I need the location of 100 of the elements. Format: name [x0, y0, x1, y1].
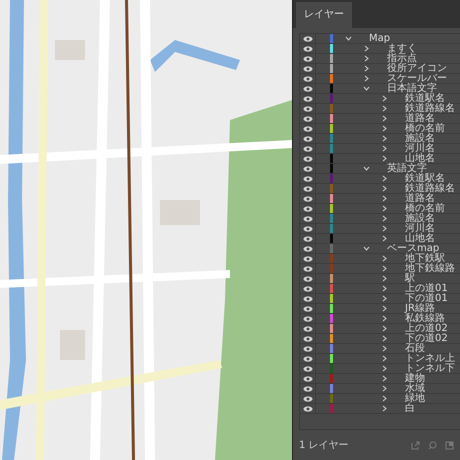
layer-row[interactable]: 道路名 — [300, 194, 460, 204]
eye-icon[interactable] — [302, 226, 312, 232]
layer-row[interactable]: 地下鉄線路 — [300, 264, 460, 274]
eye-icon[interactable] — [302, 296, 312, 302]
eye-icon[interactable] — [302, 126, 312, 132]
chevron-right-icon[interactable] — [381, 185, 388, 192]
layers-tab[interactable]: レイヤー — [296, 2, 352, 28]
chevron-down-icon[interactable] — [363, 165, 370, 172]
eye-icon[interactable] — [302, 326, 312, 332]
eye-icon[interactable] — [302, 236, 312, 242]
chevron-right-icon[interactable] — [381, 315, 388, 322]
chevron-right-icon[interactable] — [381, 325, 388, 332]
eye-icon[interactable] — [302, 186, 312, 192]
layer-row[interactable]: 鉄道駅名 — [300, 94, 460, 104]
chevron-right-icon[interactable] — [381, 285, 388, 292]
chevron-right-icon[interactable] — [381, 215, 388, 222]
eye-icon[interactable] — [302, 286, 312, 292]
eye-icon[interactable] — [302, 56, 312, 62]
chevron-right-icon[interactable] — [381, 115, 388, 122]
eye-icon[interactable] — [302, 406, 312, 412]
layer-row[interactable]: 山地名 — [300, 234, 460, 244]
chevron-right-icon[interactable] — [381, 105, 388, 112]
chevron-right-icon[interactable] — [381, 375, 388, 382]
eye-icon[interactable] — [302, 386, 312, 392]
eye-icon[interactable] — [302, 176, 312, 182]
eye-icon[interactable] — [302, 356, 312, 362]
chevron-right-icon[interactable] — [363, 45, 370, 52]
eye-icon[interactable] — [302, 246, 312, 252]
layer-row[interactable]: JR線路 — [300, 304, 460, 314]
chevron-right-icon[interactable] — [381, 195, 388, 202]
layer-row[interactable]: 道路名 — [300, 114, 460, 124]
chevron-right-icon[interactable] — [381, 305, 388, 312]
chevron-right-icon[interactable] — [381, 175, 388, 182]
eye-icon[interactable] — [302, 276, 312, 282]
eye-icon[interactable] — [302, 146, 312, 152]
layer-row[interactable]: Map — [300, 34, 460, 44]
layer-row[interactable]: 橋の名前 — [300, 124, 460, 134]
chevron-right-icon[interactable] — [381, 145, 388, 152]
chevron-right-icon[interactable] — [381, 205, 388, 212]
chevron-right-icon[interactable] — [381, 395, 388, 402]
eye-icon[interactable] — [302, 266, 312, 272]
layer-row[interactable]: 日本語文字 — [300, 84, 460, 94]
eye-icon[interactable] — [302, 366, 312, 372]
layer-row[interactable]: 地下鉄駅 — [300, 254, 460, 264]
eye-icon[interactable] — [302, 46, 312, 52]
chevron-right-icon[interactable] — [381, 235, 388, 242]
eye-icon[interactable] — [302, 86, 312, 92]
chevron-right-icon[interactable] — [381, 405, 388, 412]
eye-icon[interactable] — [302, 36, 312, 42]
layer-row[interactable]: 山地名 — [300, 154, 460, 164]
chevron-right-icon[interactable] — [381, 225, 388, 232]
layer-row[interactable]: 英語文字 — [300, 164, 460, 174]
eye-icon[interactable] — [302, 156, 312, 162]
chevron-right-icon[interactable] — [381, 255, 388, 262]
eye-icon[interactable] — [302, 76, 312, 82]
layer-row[interactable]: トンネル上 — [300, 354, 460, 364]
chevron-right-icon[interactable] — [363, 75, 370, 82]
layer-row[interactable]: 施設名 — [300, 214, 460, 224]
eye-icon[interactable] — [302, 396, 312, 402]
layer-row[interactable]: 石段 — [300, 344, 460, 354]
eye-icon[interactable] — [302, 196, 312, 202]
layer-row[interactable]: 指示点 — [300, 54, 460, 64]
layer-row[interactable]: ますく — [300, 44, 460, 54]
eye-icon[interactable] — [302, 216, 312, 222]
chevron-right-icon[interactable] — [363, 55, 370, 62]
chevron-right-icon[interactable] — [381, 275, 388, 282]
layer-row[interactable]: 鉄道駅名 — [300, 174, 460, 184]
chevron-right-icon[interactable] — [381, 265, 388, 272]
chevron-down-icon[interactable] — [363, 85, 370, 92]
chevron-down-icon[interactable] — [345, 35, 352, 42]
eye-icon[interactable] — [302, 106, 312, 112]
eye-icon[interactable] — [302, 316, 312, 322]
layer-row[interactable]: 緑地 — [300, 394, 460, 404]
layer-row[interactable]: 下の道02 — [300, 334, 460, 344]
chevron-right-icon[interactable] — [381, 385, 388, 392]
chevron-right-icon[interactable] — [363, 65, 370, 72]
eye-icon[interactable] — [302, 306, 312, 312]
chevron-right-icon[interactable] — [381, 155, 388, 162]
eye-icon[interactable] — [302, 346, 312, 352]
eye-icon[interactable] — [302, 256, 312, 262]
layer-row[interactable]: トンネル下 — [300, 364, 460, 374]
chevron-right-icon[interactable] — [381, 345, 388, 352]
eye-icon[interactable] — [302, 116, 312, 122]
eye-icon[interactable] — [302, 376, 312, 382]
chevron-right-icon[interactable] — [381, 335, 388, 342]
chevron-right-icon[interactable] — [381, 125, 388, 132]
layer-row[interactable]: スケールバー — [300, 74, 460, 84]
eye-icon[interactable] — [302, 206, 312, 212]
layer-row[interactable]: 白 — [300, 404, 460, 414]
layer-row[interactable]: 河川名 — [300, 144, 460, 154]
layer-row[interactable]: 上の道01 — [300, 284, 460, 294]
eye-icon[interactable] — [302, 66, 312, 72]
layer-row[interactable]: 下の道01 — [300, 294, 460, 304]
eye-icon[interactable] — [302, 166, 312, 172]
chevron-right-icon[interactable] — [381, 95, 388, 102]
layer-row[interactable]: 河川名 — [300, 224, 460, 234]
layer-row[interactable]: 役所アイコン — [300, 64, 460, 74]
layer-row[interactable]: 私鉄線路 — [300, 314, 460, 324]
layer-row[interactable]: 施設名 — [300, 134, 460, 144]
chevron-right-icon[interactable] — [381, 355, 388, 362]
